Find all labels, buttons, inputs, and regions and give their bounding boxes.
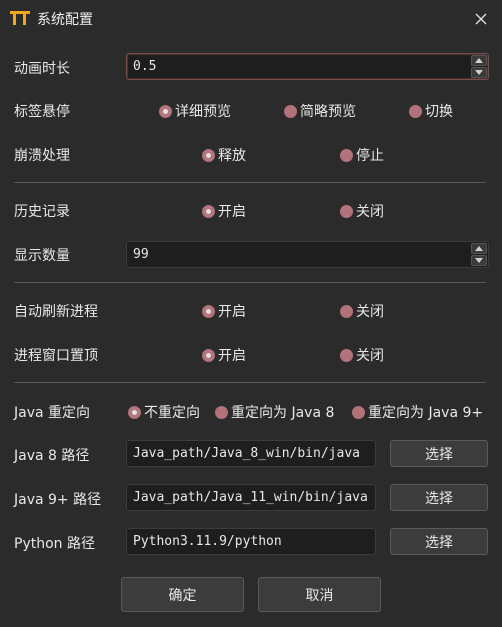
crash-handling-label: 崩溃处理 xyxy=(14,148,70,164)
java-redirect-option-java8[interactable]: 重定向为 Java 8 xyxy=(215,402,334,422)
crash-option-release[interactable]: 释放 xyxy=(202,145,246,165)
section-divider xyxy=(14,282,486,283)
java9-path-input[interactable]: Java_path/Java_11_win/bin/java xyxy=(126,484,376,511)
python-path-label: Python 路径 xyxy=(14,536,95,552)
radio-unchecked-icon xyxy=(340,148,353,162)
app-logo-icon xyxy=(10,11,30,25)
radio-unchecked-icon xyxy=(284,104,297,118)
animation-duration-label: 动画时长 xyxy=(14,61,70,77)
java9-path-label: Java 9+ 路径 xyxy=(14,492,102,508)
radio-unchecked-icon xyxy=(352,405,365,419)
close-icon xyxy=(475,13,487,25)
radio-unchecked-icon xyxy=(340,304,353,318)
tab-hover-option-detailed[interactable]: 详细预览 xyxy=(159,101,231,121)
decrement-button[interactable] xyxy=(471,255,487,266)
chevron-down-icon xyxy=(475,258,483,263)
java-redirect-label: Java 重定向 xyxy=(14,405,91,421)
radio-unchecked-icon xyxy=(215,405,228,419)
increment-button[interactable] xyxy=(471,243,487,254)
radio-unchecked-icon xyxy=(340,204,353,218)
window-title: 系统配置 xyxy=(37,12,93,28)
radio-unchecked-icon xyxy=(409,104,422,118)
java8-browse-button[interactable]: 选择 xyxy=(390,440,488,467)
topmost-option-off[interactable]: 关闭 xyxy=(340,345,384,365)
java8-path-input[interactable]: Java_path/Java_8_win/bin/java xyxy=(126,440,376,467)
tab-hover-option-brief[interactable]: 简略预览 xyxy=(284,101,356,121)
increment-button[interactable] xyxy=(471,55,487,66)
title-bar: 系统配置 xyxy=(0,0,502,36)
python-browse-button[interactable]: 选择 xyxy=(390,528,488,555)
auto-refresh-label: 自动刷新进程 xyxy=(14,304,98,320)
radio-checked-icon xyxy=(202,204,215,218)
display-count-spinbox[interactable]: 99 xyxy=(126,241,489,268)
radio-checked-icon xyxy=(202,148,215,162)
java8-path-label: Java 8 路径 xyxy=(14,448,90,464)
java-redirect-option-none[interactable]: 不重定向 xyxy=(128,402,200,422)
cancel-button[interactable]: 取消 xyxy=(258,577,381,612)
chevron-down-icon xyxy=(475,70,483,75)
chevron-up-icon xyxy=(475,58,483,63)
history-label: 历史记录 xyxy=(14,204,70,220)
radio-checked-icon xyxy=(128,405,141,419)
animation-duration-stepper[interactable] xyxy=(471,55,487,78)
decrement-button[interactable] xyxy=(471,67,487,78)
ok-button[interactable]: 确定 xyxy=(121,577,244,612)
animation-duration-value: 0.5 xyxy=(133,59,157,74)
crash-option-stop[interactable]: 停止 xyxy=(340,145,384,165)
auto-refresh-option-on[interactable]: 开启 xyxy=(202,301,246,321)
java8-path-value: Java_path/Java_8_win/bin/java xyxy=(133,446,360,461)
chevron-up-icon xyxy=(475,246,483,251)
radio-unchecked-icon xyxy=(340,348,353,362)
display-count-label: 显示数量 xyxy=(14,248,70,264)
tab-hover-label: 标签悬停 xyxy=(14,104,70,120)
radio-checked-icon xyxy=(159,104,172,118)
java9-path-value: Java_path/Java_11_win/bin/java xyxy=(133,490,368,505)
history-option-off[interactable]: 关闭 xyxy=(340,201,384,221)
python-path-value: Python3.11.9/python xyxy=(133,534,282,549)
animation-duration-spinbox[interactable]: 0.5 xyxy=(126,53,489,80)
java9-browse-button[interactable]: 选择 xyxy=(390,484,488,511)
radio-checked-icon xyxy=(202,304,215,318)
topmost-label: 进程窗口置顶 xyxy=(14,348,98,364)
topmost-option-on[interactable]: 开启 xyxy=(202,345,246,365)
python-path-input[interactable]: Python3.11.9/python xyxy=(126,528,376,555)
close-button[interactable] xyxy=(468,6,494,32)
java-redirect-option-java9[interactable]: 重定向为 Java 9+ xyxy=(352,402,483,422)
section-divider xyxy=(14,182,486,183)
history-option-on[interactable]: 开启 xyxy=(202,201,246,221)
section-divider xyxy=(14,382,486,383)
display-count-stepper[interactable] xyxy=(471,243,487,266)
tab-hover-option-switch[interactable]: 切换 xyxy=(409,101,453,121)
display-count-value: 99 xyxy=(133,247,149,262)
radio-checked-icon xyxy=(202,348,215,362)
auto-refresh-option-off[interactable]: 关闭 xyxy=(340,301,384,321)
